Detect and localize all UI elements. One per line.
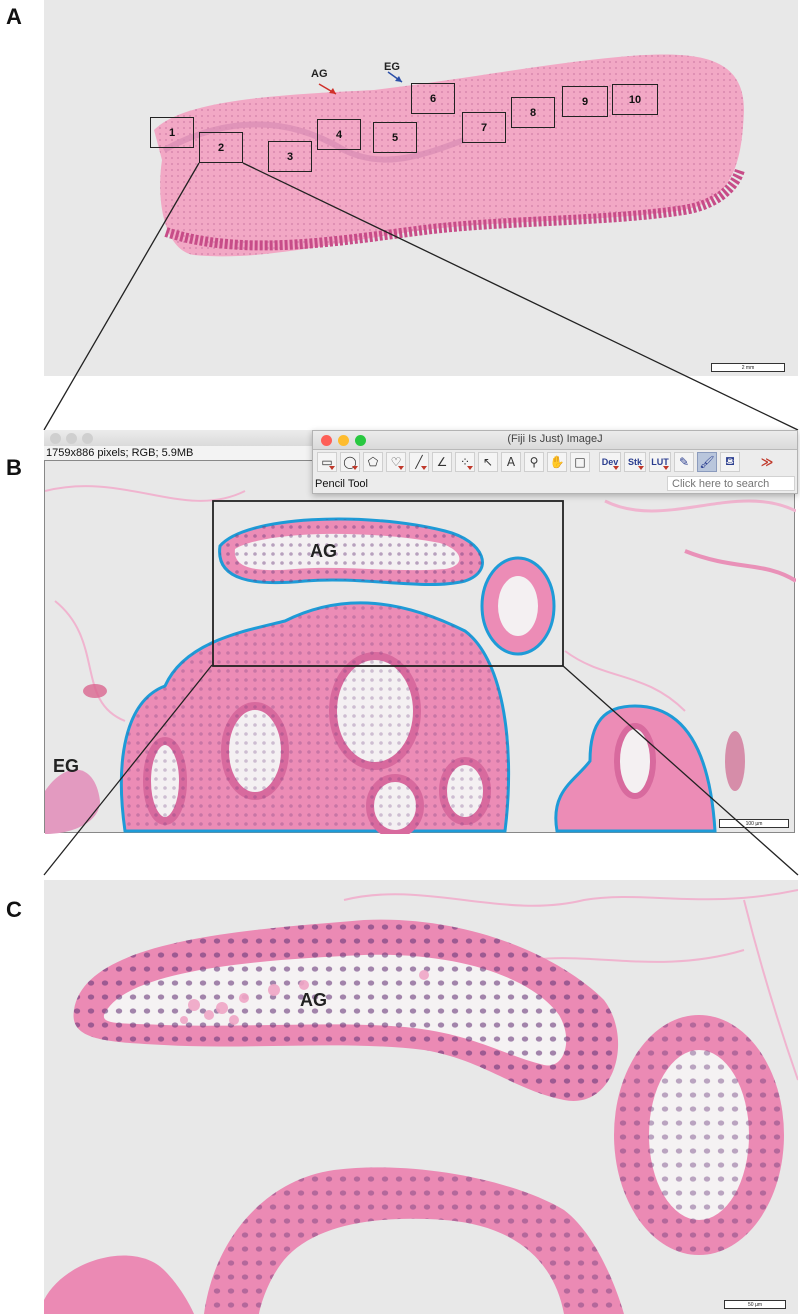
- brush-tool-icon[interactable]: 🖌: [697, 452, 717, 472]
- imagej-window: (Fiji Is Just) ImageJ ▭ ◯ ⬠ ♡ ╱ ∠ ⁘ ↖ A …: [312, 430, 798, 494]
- freehand-tool-icon[interactable]: ♡: [386, 452, 406, 472]
- wand-tool-icon[interactable]: ↖: [478, 452, 498, 472]
- oval-tool-icon[interactable]: ◯: [340, 452, 360, 472]
- angle-tool-icon[interactable]: ∠: [432, 452, 452, 472]
- zoom-lines-a-to-b: [43, 162, 799, 431]
- ag-label-b: AG: [310, 541, 337, 561]
- stk-menu-tool[interactable]: Stk: [624, 452, 646, 472]
- rectangle-tool-icon[interactable]: ▭: [317, 452, 337, 472]
- imagej-status-text: Pencil Tool: [315, 478, 368, 490]
- imagej-toolbar: ▭ ◯ ⬠ ♡ ╱ ∠ ⁘ ↖ A ⚲ ✋ □ Dev Stk LUT ✎ 🖌 …: [317, 452, 780, 472]
- imagej-titlebar[interactable]: (Fiji Is Just) ImageJ: [313, 431, 797, 450]
- gland-close-up: [44, 889, 798, 1314]
- window-close-button[interactable]: [50, 433, 61, 444]
- text-tool-icon[interactable]: A: [501, 452, 521, 472]
- imagej-search-input[interactable]: [667, 476, 795, 491]
- window-minimize-button[interactable]: [66, 433, 77, 444]
- lut-menu-tool[interactable]: LUT: [649, 452, 671, 472]
- pencil-tool-icon[interactable]: ✎: [674, 452, 694, 472]
- panel-letter-b: B: [6, 455, 22, 480]
- hand-tool-icon[interactable]: ✋: [547, 452, 567, 472]
- panel-c-image: [44, 880, 798, 1314]
- polygon-tool-icon[interactable]: ⬠: [363, 452, 383, 472]
- panel-letter-c: C: [6, 897, 22, 922]
- imagej-title: (Fiji Is Just) ImageJ: [507, 433, 603, 445]
- dev-menu-tool[interactable]: Dev: [599, 452, 621, 472]
- image-info-bar: 1759x886 pixels; RGB; 5.9MB: [44, 446, 318, 460]
- flood-fill-tool-icon[interactable]: ⛾: [720, 452, 740, 472]
- zoom-lines-b-to-c: [43, 664, 799, 876]
- magnifier-tool-icon[interactable]: ⚲: [524, 452, 544, 472]
- scalebar-c: 50 µm: [724, 1300, 786, 1309]
- image-window-titlebar[interactable]: [44, 430, 316, 447]
- window-maximize-button[interactable]: [82, 433, 93, 444]
- ag-label-c: AG: [300, 990, 327, 1010]
- color-picker-icon[interactable]: □: [570, 452, 590, 472]
- more-tools-chevron-icon[interactable]: ≫: [757, 452, 777, 472]
- line-tool-icon[interactable]: ╱: [409, 452, 429, 472]
- multipoint-tool-icon[interactable]: ⁘: [455, 452, 475, 472]
